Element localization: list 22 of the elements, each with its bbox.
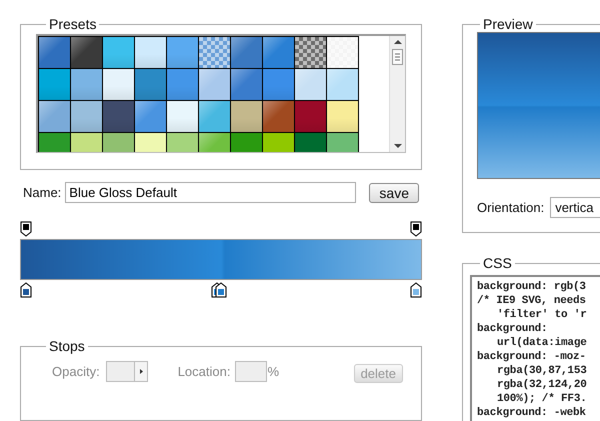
percent-label: % — [267, 364, 280, 379]
code-line: rgba(32,124,20 — [496, 378, 587, 392]
code-line: url(data:image — [496, 336, 587, 350]
code-line: /* IE9 SVG, needs — [477, 294, 586, 308]
code-line: 100%); /* FF3. — [496, 392, 587, 406]
panel-legend: Presets — [46, 16, 100, 32]
name-label: Name: — [23, 185, 62, 200]
code-line: background: -moz- — [477, 350, 586, 364]
location-label: Location: — [178, 364, 230, 379]
orientation-select[interactable]: vertica — [550, 197, 600, 218]
panel-legend: Stops — [46, 338, 88, 354]
save-button[interactable]: save — [369, 182, 419, 202]
code-line: rgba(30,87,153 — [496, 364, 587, 378]
code-line: background: -webk — [477, 406, 586, 420]
code-line: background: — [477, 322, 548, 336]
code-line: background: rgb(3 — [477, 280, 586, 294]
panel-legend: CSS — [480, 255, 515, 271]
name-field[interactable]: Blue Gloss Default — [65, 182, 356, 203]
panel-legend: Preview — [480, 16, 536, 32]
opacity-label: Opacity: — [52, 364, 100, 379]
orientation-label: Orientation: — [477, 200, 544, 215]
code-line: 'filter' to 'r — [496, 308, 587, 322]
